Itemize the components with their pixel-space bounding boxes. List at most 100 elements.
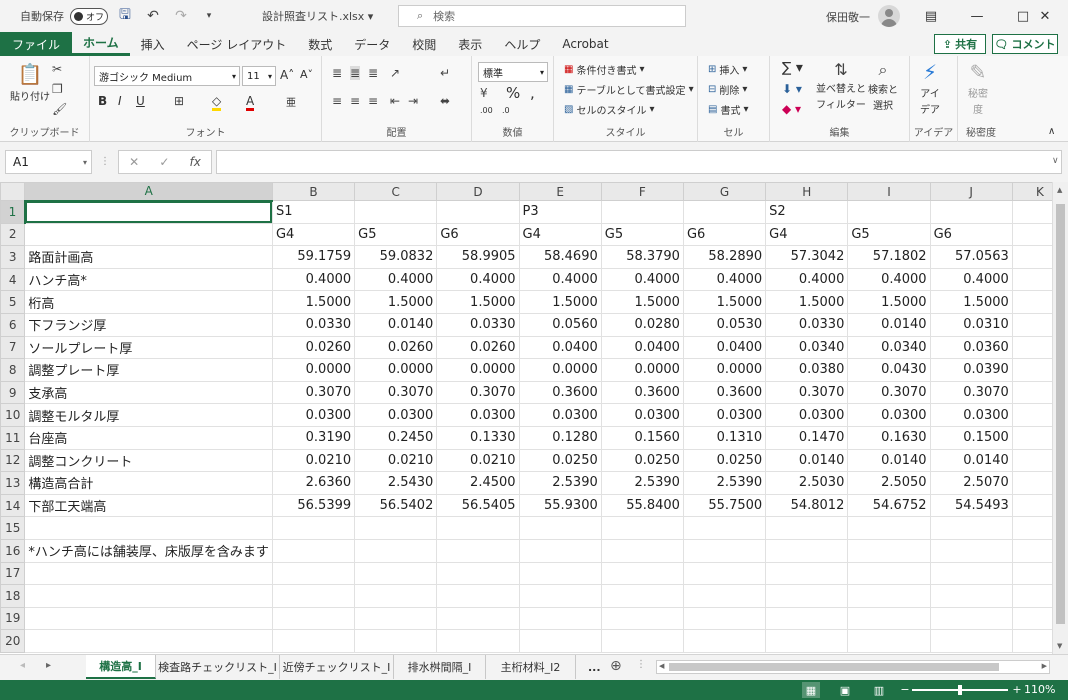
cell-d15[interactable]: [436, 516, 520, 540]
cell-f2[interactable]: G5: [600, 222, 684, 247]
scroll-left-icon[interactable]: ◀: [659, 662, 664, 670]
cell-c6[interactable]: 0.0140: [354, 312, 438, 337]
cell-c2[interactable]: G5: [354, 222, 438, 247]
cell-f18[interactable]: [600, 584, 684, 608]
cell-i13[interactable]: 2.5050: [847, 471, 931, 495]
cell-d3[interactable]: 58.9905: [436, 245, 520, 269]
ribbon-display-icon[interactable]: ▤: [908, 0, 954, 32]
cell-i14[interactable]: 54.6752: [847, 493, 931, 518]
cell-b13[interactable]: 2.6360: [271, 471, 356, 495]
vertical-scroll-thumb[interactable]: [1056, 204, 1065, 624]
cell-c14[interactable]: 56.5402: [354, 493, 438, 518]
cell-g16[interactable]: [682, 538, 767, 563]
cell-a18[interactable]: [24, 584, 273, 608]
cell-i10[interactable]: 0.0300: [847, 403, 931, 427]
cell-h6[interactable]: 0.0330: [765, 312, 849, 337]
cell-h15[interactable]: [765, 516, 849, 540]
cell-g19[interactable]: [682, 606, 767, 631]
cell-j9[interactable]: 0.3070: [929, 380, 1013, 405]
normal-view-icon[interactable]: ▦: [802, 682, 820, 698]
cell-c19[interactable]: [354, 606, 438, 631]
cell-c3[interactable]: 59.0832: [354, 245, 438, 269]
customize-qat-icon[interactable]: ▾: [198, 5, 220, 27]
cell-c10[interactable]: 0.0300: [354, 403, 438, 427]
cell-b8[interactable]: 0.0000: [271, 358, 356, 382]
currency-icon[interactable]: ¥: [480, 86, 488, 100]
cell-i8[interactable]: 0.0430: [847, 358, 931, 382]
cell-e19[interactable]: [518, 606, 602, 631]
cell-a3[interactable]: 路面計画高: [24, 245, 273, 269]
tab-file[interactable]: ファイル: [0, 32, 73, 56]
tab-review[interactable]: 校閲: [401, 32, 447, 56]
select-all-corner[interactable]: [0, 182, 26, 201]
cell-d18[interactable]: [436, 584, 520, 608]
column-header-c[interactable]: C: [354, 182, 438, 201]
zoom-slider-knob[interactable]: [958, 685, 962, 695]
cell-e7[interactable]: 0.0400: [518, 335, 602, 360]
align-middle-icon[interactable]: ≣: [350, 66, 361, 80]
cell-f13[interactable]: 2.5390: [600, 471, 684, 495]
column-header-j[interactable]: J: [929, 182, 1013, 201]
tab-data[interactable]: データ: [343, 32, 401, 56]
cell-e15[interactable]: [518, 516, 602, 540]
cell-i19[interactable]: [847, 606, 931, 631]
cell-g7[interactable]: 0.0400: [682, 335, 767, 360]
cell-f4[interactable]: 0.4000: [600, 267, 684, 292]
scroll-up-icon[interactable]: ▲: [1057, 186, 1062, 194]
cell-a2[interactable]: [24, 222, 273, 247]
cell-j17[interactable]: [929, 561, 1013, 586]
cell-e6[interactable]: 0.0560: [518, 312, 602, 337]
row-header[interactable]: 1: [0, 200, 26, 224]
merge-center-icon[interactable]: ⬌: [440, 94, 450, 108]
insert-cells-button[interactable]: ⊞ 挿入 ▾: [708, 62, 747, 77]
cell-f6[interactable]: 0.0280: [600, 312, 684, 337]
cell-e17[interactable]: [518, 561, 602, 586]
cell-b20[interactable]: [271, 629, 356, 653]
sheet-tab-2[interactable]: 近傍チェックリスト_I: [280, 655, 394, 679]
cell-h20[interactable]: [765, 629, 849, 653]
font-size-select[interactable]: 11 ▾: [242, 66, 276, 86]
tab-insert[interactable]: 挿入: [130, 32, 176, 56]
cell-g8[interactable]: 0.0000: [682, 358, 767, 382]
user-name[interactable]: 保田敬一: [826, 9, 870, 25]
comma-style-icon[interactable]: ,: [530, 84, 535, 102]
autosum-icon[interactable]: ∑ ▾: [782, 60, 803, 76]
cell-d12[interactable]: 0.0210: [436, 448, 520, 473]
row-header[interactable]: 11: [0, 425, 26, 450]
cell-g6[interactable]: 0.0530: [682, 312, 767, 337]
cell-c18[interactable]: [354, 584, 438, 608]
cell-e16[interactable]: [518, 538, 602, 563]
cell-h1[interactable]: S2: [765, 200, 849, 224]
row-header[interactable]: 18: [0, 584, 26, 608]
cell-b3[interactable]: 59.1759: [271, 245, 356, 269]
sheet-tab-3[interactable]: 排水桝間隔_I: [394, 655, 486, 679]
row-header[interactable]: 17: [0, 561, 26, 586]
copy-icon[interactable]: ❐: [52, 82, 63, 96]
insert-function-icon[interactable]: fx: [190, 155, 201, 169]
cell-g2[interactable]: G6: [682, 222, 767, 247]
cell-i18[interactable]: [847, 584, 931, 608]
cell-h14[interactable]: 54.8012: [765, 493, 849, 518]
cell-j10[interactable]: 0.0300: [929, 403, 1013, 427]
cell-e8[interactable]: 0.0000: [518, 358, 602, 382]
more-sheets-button[interactable]: ...: [588, 661, 601, 674]
tab-formulas[interactable]: 数式: [297, 32, 343, 56]
cell-e12[interactable]: 0.0250: [518, 448, 602, 473]
cell-a8[interactable]: 調整プレート厚: [24, 358, 273, 382]
paste-button[interactable]: 📋 貼り付け: [10, 62, 50, 103]
sort-filter-button[interactable]: ⇅ 並べ替えと フィルター: [816, 60, 866, 111]
avatar[interactable]: [878, 5, 900, 27]
column-header-e[interactable]: E: [518, 182, 602, 201]
cancel-icon[interactable]: ✕: [129, 155, 139, 169]
cell-e18[interactable]: [518, 584, 602, 608]
cell-g18[interactable]: [682, 584, 767, 608]
cell-i1[interactable]: [847, 200, 931, 224]
align-bottom-icon[interactable]: ≣: [368, 66, 378, 80]
indent-decrease-icon[interactable]: ⇤: [390, 94, 400, 108]
cell-d7[interactable]: 0.0260: [436, 335, 520, 360]
cell-j20[interactable]: [929, 629, 1013, 653]
cell-h8[interactable]: 0.0380: [765, 358, 849, 382]
cell-i7[interactable]: 0.0340: [847, 335, 931, 360]
wrap-text-icon[interactable]: ↵: [440, 66, 450, 80]
cell-f12[interactable]: 0.0250: [600, 448, 684, 473]
